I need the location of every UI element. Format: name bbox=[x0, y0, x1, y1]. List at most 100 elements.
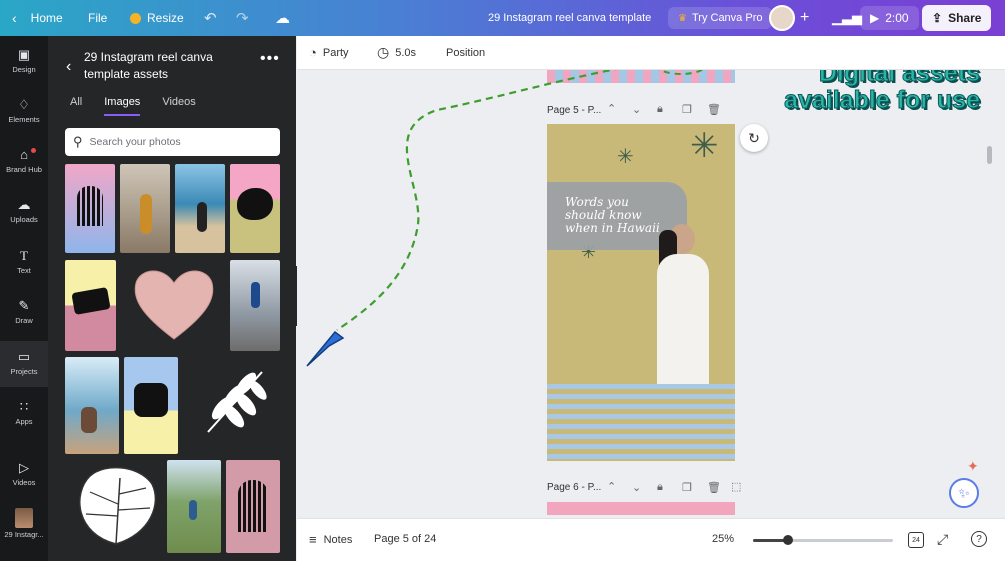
insights-button[interactable]: ▁▃▅ bbox=[832, 0, 862, 36]
asset-thumbnail[interactable] bbox=[120, 164, 170, 253]
animation-button[interactable]: ◔ Party bbox=[309, 45, 349, 60]
tab-all[interactable]: All bbox=[70, 96, 82, 116]
rail-label: Uploads bbox=[10, 215, 38, 224]
design-title-label: 29 Instagram reel canva template bbox=[488, 12, 652, 24]
zoom-slider[interactable] bbox=[753, 535, 893, 545]
sitting-woman-shape bbox=[81, 407, 97, 433]
panel-title: 29 Instagram reel canva template assets bbox=[84, 50, 213, 81]
user-avatar[interactable] bbox=[769, 0, 795, 36]
person-on-pier-shape bbox=[251, 282, 260, 308]
assets-panel: ‹ 29 Instagram reel canva template asset… bbox=[48, 36, 306, 561]
rail-item-elements[interactable]: ♢ Elements bbox=[0, 98, 48, 138]
left-rail: ▣ Design ♢ Elements ⌂ Brand Hub ☁ Upload… bbox=[0, 36, 48, 561]
asset-thumbnail[interactable] bbox=[65, 357, 119, 454]
asset-thumbnail[interactable] bbox=[175, 164, 225, 253]
rail-item-projects[interactable]: ▭ Projects bbox=[0, 341, 48, 387]
share-label: Share bbox=[948, 11, 982, 25]
rail-item-videos[interactable]: ▷ Videos bbox=[0, 461, 48, 501]
overlay-line-2: available for use bbox=[784, 86, 981, 114]
duration-label: 5.0s bbox=[395, 46, 417, 59]
rail-item-recent-design[interactable]: 29 Instagr... bbox=[0, 508, 48, 554]
canva-assistant-icon[interactable]: ✦ bbox=[967, 458, 979, 475]
rail-label: Draw bbox=[15, 316, 33, 325]
tab-videos[interactable]: Videos bbox=[162, 96, 195, 116]
asset-thumbnail[interactable] bbox=[230, 260, 280, 351]
position-button[interactable]: Position bbox=[446, 47, 485, 59]
search-placeholder: Search your photos bbox=[89, 136, 181, 148]
black-frame-shape bbox=[134, 383, 168, 417]
fullscreen-icon[interactable]: ⤢ bbox=[937, 531, 948, 548]
play-time-label: 2:00 bbox=[885, 11, 909, 25]
zoom-slider-handle[interactable] bbox=[783, 535, 793, 545]
vertical-scrollbar[interactable] bbox=[987, 146, 992, 164]
design-title[interactable]: 29 Instagram reel canva template bbox=[488, 0, 651, 36]
magic-sparkle-button[interactable]: ✨︎ bbox=[949, 478, 979, 508]
try-pro-button[interactable]: ♛ Try Canva Pro bbox=[668, 0, 773, 36]
rail-label: 29 Instagr... bbox=[4, 530, 44, 539]
page-indicator[interactable]: Page 5 of 24 bbox=[374, 533, 436, 545]
rail-item-brand-hub[interactable]: ⌂ Brand Hub bbox=[0, 148, 48, 188]
more-options-icon[interactable]: ••• bbox=[260, 50, 280, 68]
add-collaborator-button[interactable]: + bbox=[800, 0, 809, 36]
asset-thumbnail[interactable] bbox=[230, 164, 280, 253]
undo-button[interactable]: ↶ bbox=[204, 0, 217, 36]
home-button[interactable]: ‹ Home bbox=[12, 0, 63, 36]
rail-item-uploads[interactable]: ☁ Uploads bbox=[0, 198, 48, 238]
recent-design-thumbnail bbox=[15, 508, 33, 528]
rail-label: Brand Hub bbox=[6, 165, 42, 174]
rail-label: Videos bbox=[12, 478, 36, 487]
search-input[interactable]: ⚲ Search your photos bbox=[65, 128, 280, 156]
top-bar: ‹ Home File Resize ↶ ↷ ☁ 29 Instagram re… bbox=[0, 0, 1005, 36]
duration-button[interactable]: ◷ 5.0s bbox=[377, 44, 416, 61]
text-icon: T bbox=[20, 248, 28, 263]
hiker-on-trail-shape bbox=[189, 500, 197, 520]
folder-icon: ▭ bbox=[17, 349, 31, 364]
asset-thumbnail[interactable] bbox=[167, 460, 221, 553]
rail-item-apps[interactable]: ∷ Apps bbox=[0, 400, 48, 440]
rail-item-design[interactable]: ▣ Design bbox=[0, 48, 48, 88]
asset-thumbnail[interactable] bbox=[70, 464, 162, 548]
position-label: Position bbox=[446, 46, 486, 59]
notes-button[interactable]: ≡ Notes bbox=[309, 532, 352, 547]
rail-label: Text bbox=[17, 266, 31, 275]
asset-thumbnail[interactable] bbox=[226, 460, 280, 553]
cloud-check-icon: ☁ bbox=[275, 10, 290, 27]
asset-thumbnail[interactable] bbox=[200, 362, 274, 440]
woman-photo-shape bbox=[140, 194, 152, 234]
rail-item-draw[interactable]: ✎ Draw bbox=[0, 299, 48, 339]
rail-item-text[interactable]: T Text bbox=[0, 249, 48, 289]
help-icon[interactable]: ? bbox=[971, 531, 987, 547]
notes-label: Notes bbox=[323, 533, 353, 546]
asset-thumbnail[interactable] bbox=[124, 357, 178, 454]
white-monstera-leaf-shape bbox=[79, 466, 157, 545]
home-label: Home bbox=[30, 11, 63, 25]
beach-figure-shape bbox=[197, 202, 207, 232]
zoom-label: 25% bbox=[712, 533, 735, 545]
design-icon: ▣ bbox=[17, 47, 31, 62]
asset-thumbnail[interactable] bbox=[132, 265, 216, 341]
file-menu[interactable]: File bbox=[88, 0, 107, 36]
page-indicator-label: Page 5 of 24 bbox=[374, 533, 437, 545]
overlay-line-1: Digital assets bbox=[818, 70, 980, 87]
grid-view-button[interactable]: 24 bbox=[908, 532, 924, 548]
crown-icon bbox=[130, 12, 141, 24]
rail-label: Apps bbox=[15, 417, 33, 426]
tab-images[interactable]: Images bbox=[104, 96, 141, 116]
bottom-bar: ≡ Notes Page 5 of 24 25% 24 ⤢ ? bbox=[297, 518, 1005, 561]
rail-label: Design bbox=[12, 65, 36, 74]
notification-dot bbox=[31, 148, 36, 153]
present-button[interactable]: ▶ 2:00 bbox=[860, 0, 919, 36]
share-button[interactable]: ⇪ Share bbox=[922, 0, 992, 36]
glitter-heart-shape bbox=[134, 270, 214, 340]
asset-thumbnail[interactable] bbox=[65, 260, 116, 351]
cloud-save-button[interactable]: ☁ bbox=[275, 0, 290, 36]
back-arrow-icon[interactable]: ‹ bbox=[66, 58, 71, 76]
black-stripes-shape bbox=[238, 480, 268, 532]
redo-button[interactable]: ↷ bbox=[236, 0, 249, 36]
resize-button[interactable]: Resize bbox=[130, 0, 184, 36]
redo-icon: ↷ bbox=[236, 10, 249, 27]
properties-toolbar: ◔ Party ◷ 5.0s Position bbox=[297, 36, 1005, 70]
rail-label: Elements bbox=[8, 115, 40, 124]
zoom-value[interactable]: 25% bbox=[712, 533, 734, 545]
asset-thumbnail[interactable] bbox=[65, 164, 115, 253]
